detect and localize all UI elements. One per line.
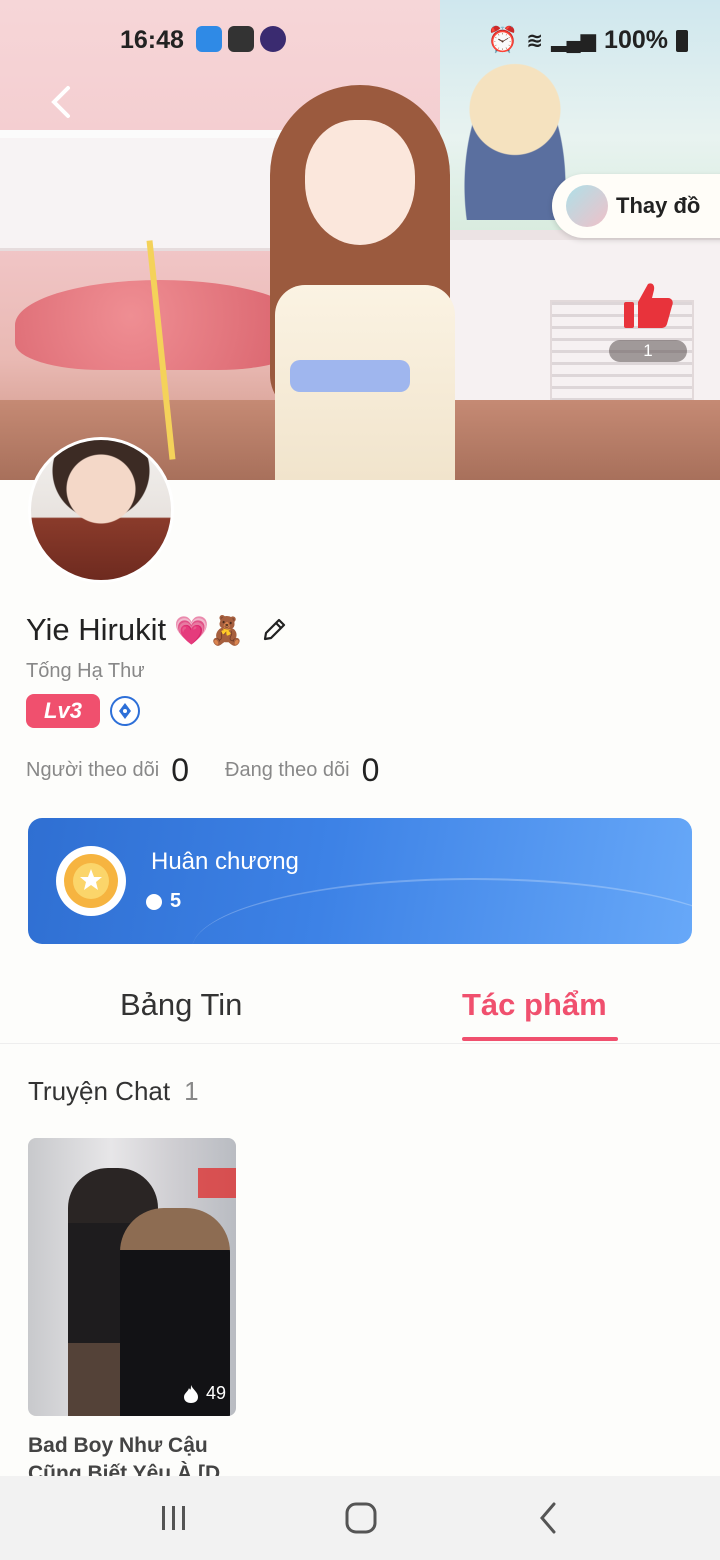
- cover-character-face: [305, 120, 415, 245]
- profile-subname: Tống Hạ Thư: [26, 660, 145, 682]
- change-outfit-label: Thay đồ: [616, 193, 701, 218]
- pen-nib-icon: [119, 703, 131, 719]
- tab-feed[interactable]: Bảng Tin: [120, 987, 242, 1023]
- battery-percent: 100%: [604, 26, 668, 54]
- system-nav-bar: [0, 1476, 720, 1560]
- followers-count[interactable]: 0: [171, 752, 189, 789]
- x-app-icon: [260, 26, 286, 52]
- back-nav-icon[interactable]: [526, 1498, 570, 1538]
- like-count: 1: [609, 340, 687, 362]
- profile-name-row: Yie Hirukit 💗🧸: [26, 612, 288, 648]
- wifi-icon: ≋: [526, 30, 544, 52]
- cover-character-sash: [290, 360, 410, 392]
- notification-icons: [196, 26, 286, 52]
- section-title: Truyện Chat 1: [28, 1076, 199, 1107]
- battery-icon: [676, 29, 688, 52]
- profile-cover: [0, 0, 720, 480]
- profile-tabs: Bảng Tin Tác phẩm: [0, 975, 720, 1044]
- profile-name-emoji: 💗🧸: [174, 614, 244, 646]
- medal-icon: [56, 846, 126, 916]
- profile-name: Yie Hirukit: [26, 612, 167, 647]
- video-app-icon: [228, 26, 254, 52]
- active-tab-indicator: [462, 1037, 618, 1041]
- story-view-count: 49: [205, 1383, 226, 1403]
- cloud-app-icon: [196, 26, 222, 52]
- followers-label[interactable]: Người theo dõi: [26, 759, 159, 782]
- tab-works[interactable]: Tác phẩm: [462, 987, 607, 1023]
- status-time: 16:48: [120, 26, 184, 54]
- section-count: 1: [184, 1076, 199, 1106]
- story-card[interactable]: 49: [28, 1138, 236, 1416]
- change-outfit-button[interactable]: Thay đồ: [552, 174, 720, 238]
- cover-desk: [0, 130, 300, 248]
- like-button[interactable]: [620, 278, 676, 334]
- medal-title: Huân chương: [151, 848, 299, 875]
- follow-stats: Người theo dõi 0 Đang theo dõi 0: [26, 752, 379, 789]
- status-right: ⏰ ≋ ▂▄▆ 100%: [487, 26, 688, 55]
- thumbs-up-icon: [624, 283, 673, 328]
- medal-count: 5: [170, 890, 182, 912]
- following-count[interactable]: 0: [362, 752, 380, 789]
- story-views: 49: [182, 1383, 226, 1404]
- status-bar: 16:48 ⏰ ≋ ▂▄▆ 100%: [0, 22, 720, 62]
- outfit-thumbnail: [566, 185, 608, 227]
- signal-icon: ▂▄▆: [551, 30, 597, 52]
- recent-apps-icon[interactable]: [152, 1498, 196, 1538]
- chevron-left-icon: [51, 86, 70, 118]
- level-badge: Lv3: [26, 694, 100, 728]
- alarm-icon: ⏰: [487, 26, 519, 54]
- following-label[interactable]: Đang theo dõi: [225, 759, 350, 782]
- edit-icon[interactable]: [260, 616, 288, 644]
- flame-icon: [183, 1384, 198, 1403]
- back-button[interactable]: [42, 82, 82, 122]
- medal-card[interactable]: Huân chương 5: [28, 818, 692, 944]
- medal-count-icon: [146, 893, 162, 910]
- avatar[interactable]: [28, 437, 174, 583]
- section-title-text: Truyện Chat: [28, 1076, 171, 1106]
- author-badge[interactable]: [110, 696, 140, 726]
- medal-count-row: 5: [146, 890, 181, 913]
- home-icon[interactable]: [338, 1498, 382, 1538]
